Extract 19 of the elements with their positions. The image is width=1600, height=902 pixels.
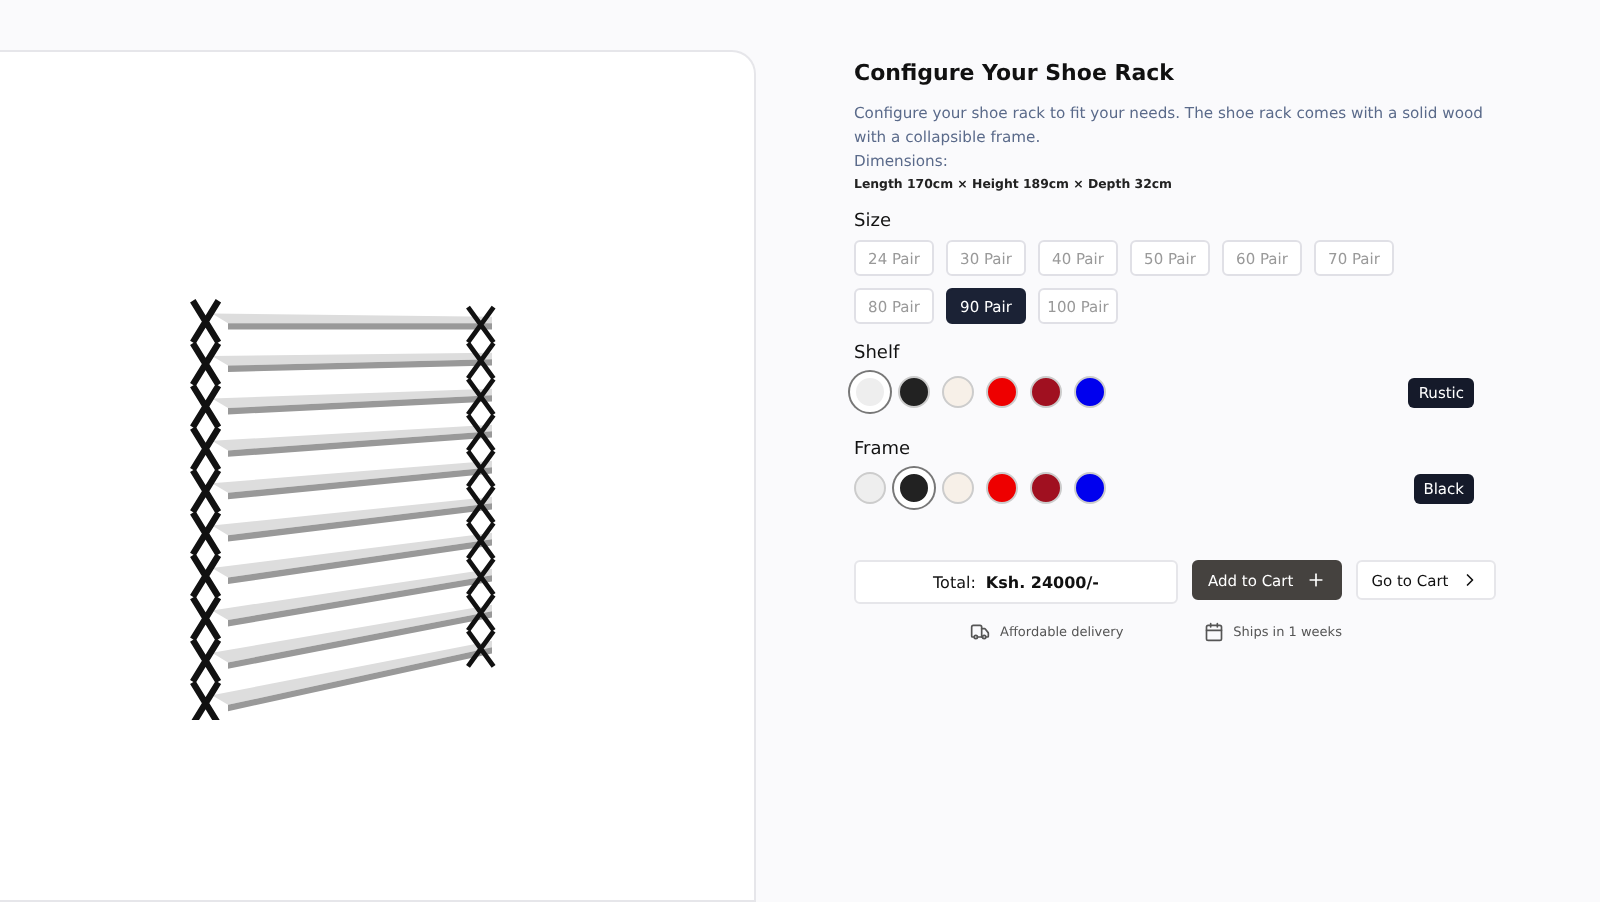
color-swatch[interactable] [942, 376, 974, 408]
color-swatch[interactable] [1030, 376, 1062, 408]
color-swatch[interactable] [986, 472, 1018, 504]
color-swatch[interactable] [898, 376, 930, 408]
color-group-label: Shelf [854, 344, 902, 364]
color-group-label: Frame [854, 440, 913, 460]
color-swatch[interactable] [1030, 472, 1062, 504]
page-title: Configure Your Shoe Rack [854, 60, 1176, 86]
color-swatch[interactable] [854, 472, 886, 504]
color-swatch[interactable] [986, 376, 1018, 408]
color-swatch[interactable] [942, 472, 974, 504]
color-swatch[interactable] [1074, 376, 1106, 408]
plus-icon [1305, 570, 1326, 590]
total-label: Total: [933, 573, 976, 591]
size-label: Size [854, 212, 893, 232]
calendar-icon [1203, 622, 1224, 642]
color-swatch[interactable] [1074, 472, 1106, 504]
truck-icon [970, 622, 990, 642]
total-value: Ksh. 24000/- [985, 573, 1099, 591]
